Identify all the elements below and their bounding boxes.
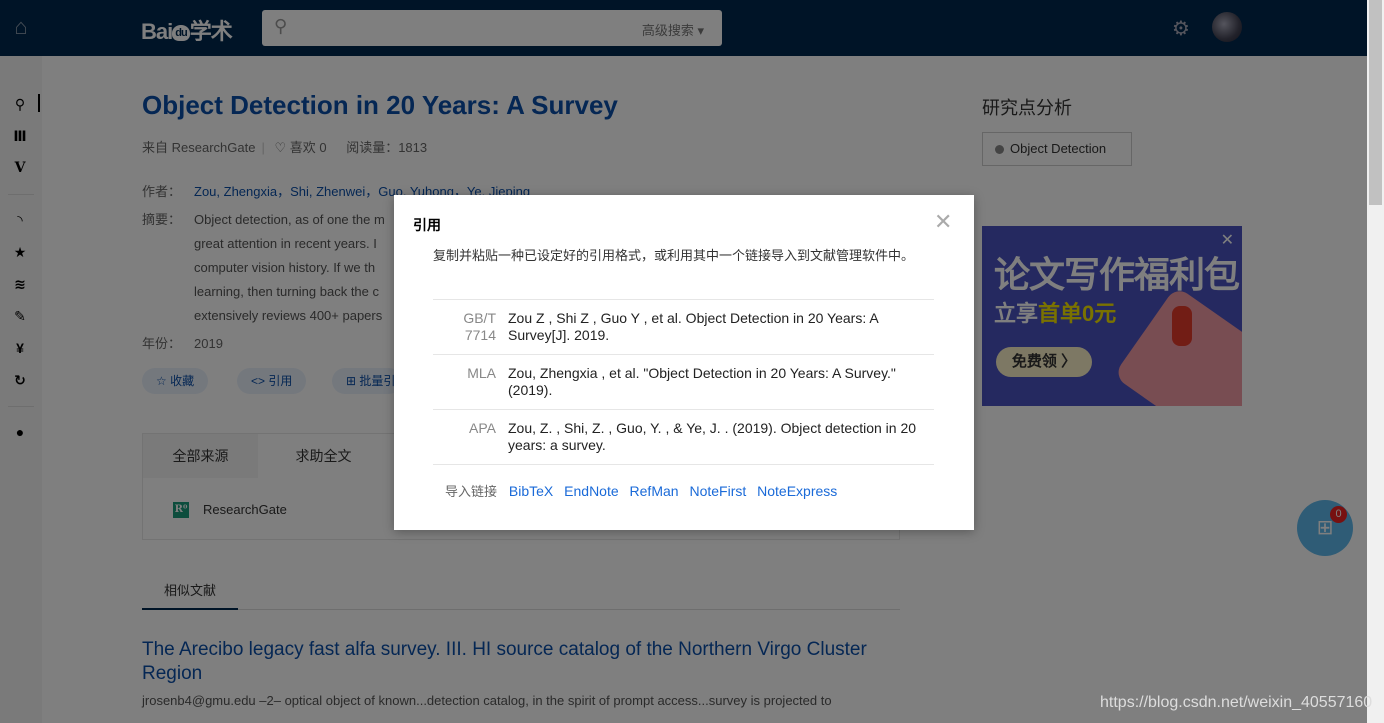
import-links: 导入链接 BibTeX EndNote RefMan NoteFirst Not… [445, 481, 844, 500]
citation-row: MLA Zou, Zhengxia , et al. "Object Detect… [433, 355, 934, 410]
dialog-title: 引用 [413, 217, 441, 233]
refman-link[interactable]: RefMan [630, 483, 679, 499]
citation-text[interactable]: Zou, Zhengxia , et al. "Object Detection… [508, 365, 928, 399]
bibtex-link[interactable]: BibTeX [509, 483, 553, 499]
dialog-description: 复制并粘贴一种已设定好的引用格式，或利用其中一个链接导入到文献管理软件中。 [433, 248, 915, 263]
scrollbar-thumb[interactable] [1369, 0, 1382, 205]
citation-style: MLA [467, 365, 496, 381]
citation-style: APA [469, 420, 496, 436]
citation-text[interactable]: Zou Z , Shi Z , Guo Y , et al. Object De… [508, 310, 928, 344]
notefirst-link[interactable]: NoteFirst [689, 483, 746, 499]
citation-row: APA Zou, Z. , Shi, Z. , Guo, Y. , & Ye, J… [433, 410, 934, 465]
citation-row: GB/T 7714 Zou Z , Shi Z , Guo Y , et al. … [433, 300, 934, 355]
citation-style: GB/T 7714 [463, 310, 496, 343]
scrollbar[interactable] [1367, 0, 1384, 723]
watermark: https://blog.csdn.net/weixin_40557160 [1100, 694, 1373, 711]
import-label: 导入链接 [445, 484, 498, 499]
noteexpress-link[interactable]: NoteExpress [757, 483, 837, 499]
cite-dialog: 引用 ✕ 复制并粘贴一种已设定好的引用格式，或利用其中一个链接导入到文献管理软件… [394, 195, 974, 530]
endnote-link[interactable]: EndNote [564, 483, 618, 499]
citation-text[interactable]: Zou, Z. , Shi, Z. , Guo, Y. , & Ye, J. .… [508, 420, 928, 454]
citation-list: GB/T 7714 Zou Z , Shi Z , Guo Y , et al. … [433, 299, 934, 465]
close-icon[interactable]: ✕ [934, 211, 952, 233]
